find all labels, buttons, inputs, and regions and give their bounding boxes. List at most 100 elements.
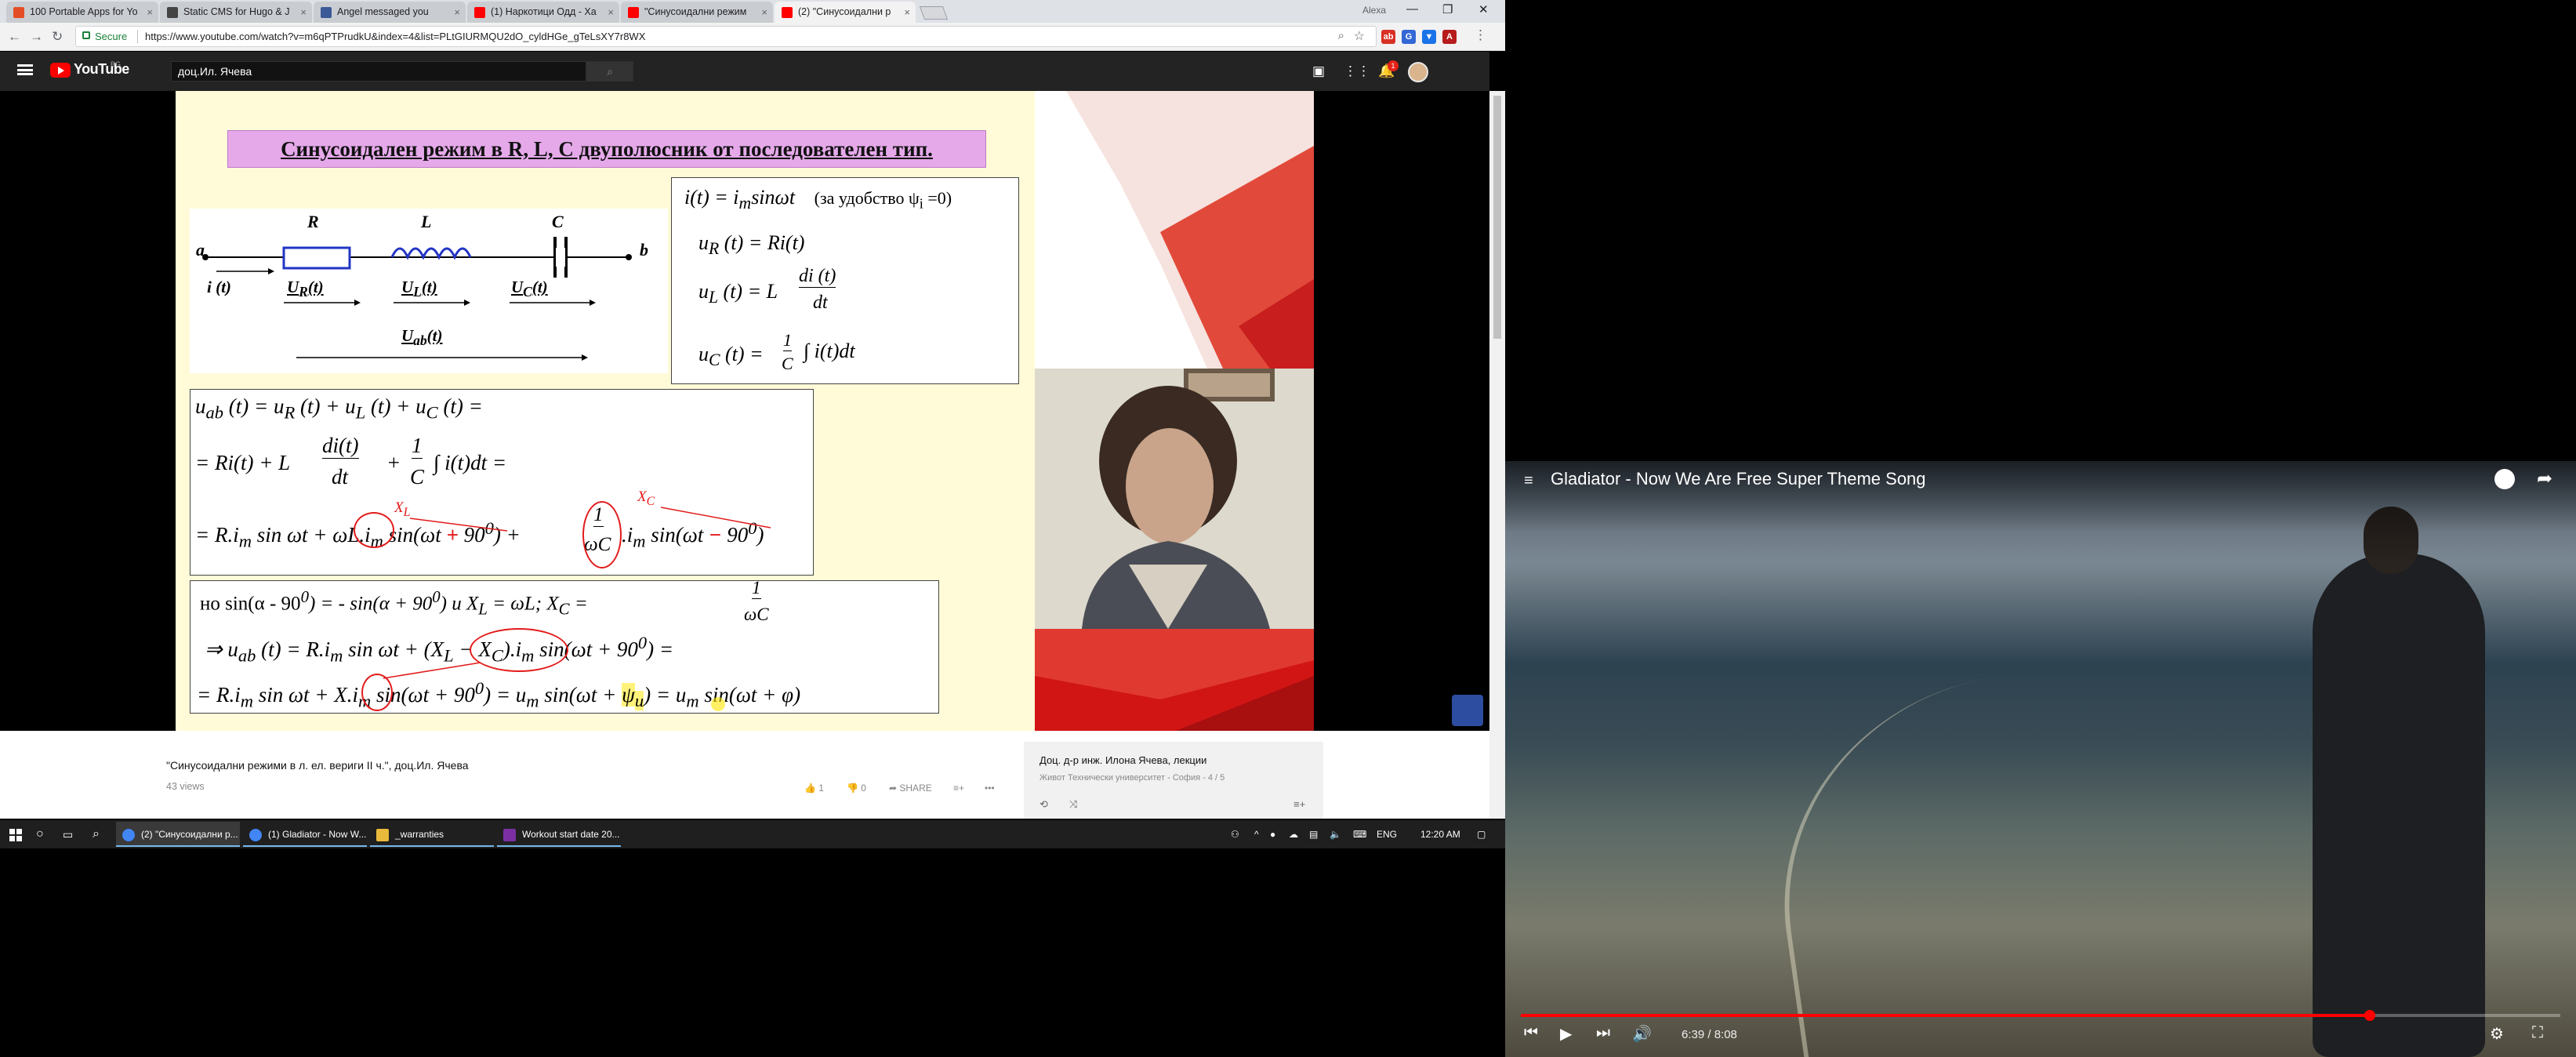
tab-close-icon[interactable]: × xyxy=(904,2,910,23)
restore-icon[interactable]: ❐ xyxy=(1442,2,1453,16)
watch-later-icon[interactable] xyxy=(2494,469,2515,489)
avatar[interactable] xyxy=(1408,62,1428,82)
page-scrollbar[interactable] xyxy=(1489,91,1505,819)
browser-tab[interactable]: "Синусоидални режим × xyxy=(621,2,773,23)
minimize-icon[interactable]: — xyxy=(1406,2,1418,16)
mini-video-title[interactable]: Gladiator - Now We Are Free Super Theme … xyxy=(1551,469,1926,489)
progress-fill xyxy=(1521,1014,2371,1017)
taskbar-search-icon[interactable]: ⌕ xyxy=(93,820,100,848)
taskbar-item[interactable]: _warranties xyxy=(370,822,494,847)
movie-figure-graphic xyxy=(2313,554,2485,1057)
chrome-menu-icon[interactable]: ⋮ xyxy=(1474,27,1487,43)
onedrive-icon[interactable]: ☁ xyxy=(1289,820,1298,848)
def-line-uc: uC (t) = xyxy=(698,343,764,370)
browser-tab-active[interactable]: (2) "Синусоидални р × xyxy=(775,2,916,23)
tray-app-icon[interactable]: ● xyxy=(1270,820,1275,848)
search-input[interactable] xyxy=(172,62,586,81)
thumbs-up-icon: 👍 xyxy=(804,783,819,794)
browser-tab-strip: 100 Portable Apps for Yo × Static CMS fo… xyxy=(0,0,1505,23)
play-icon[interactable]: ▶ xyxy=(1560,1024,1572,1044)
search-button[interactable]: ⌕ xyxy=(586,61,633,82)
new-tab-button[interactable] xyxy=(919,6,949,20)
share-button[interactable]: ➦ SHARE xyxy=(889,783,932,794)
windows-start-icon[interactable] xyxy=(9,829,22,841)
people-icon[interactable]: ⚇ xyxy=(1231,820,1239,848)
def-current-sub: m xyxy=(738,194,752,213)
extension-icon[interactable]: ▼ xyxy=(1422,30,1436,44)
cursor-highlight xyxy=(711,697,725,711)
def-ur-sub: R xyxy=(709,239,720,259)
tab-close-icon[interactable]: × xyxy=(300,2,307,23)
mini-video-player[interactable]: ≡ Gladiator - Now We Are Free Super Them… xyxy=(1505,461,2576,1057)
current-arrowhead xyxy=(268,268,274,274)
network-icon[interactable]: ▤ xyxy=(1309,820,1318,848)
close-window-icon[interactable]: ✕ xyxy=(1478,2,1489,16)
slide-title: Синусоидален режим в R, L, C двуполюсник… xyxy=(227,130,986,168)
resistor-label: R xyxy=(307,212,319,231)
tab-close-icon[interactable]: × xyxy=(147,2,153,23)
volume-icon[interactable]: 🔈 xyxy=(1330,820,1341,848)
input-language-icon[interactable]: ⌨ xyxy=(1353,820,1366,848)
shuffle-playlist-icon[interactable]: ⤨ xyxy=(1069,798,1077,811)
tab-close-icon[interactable]: × xyxy=(761,2,767,23)
youtube-logo-text[interactable]: YouTube xyxy=(74,61,129,78)
progress-bar[interactable] xyxy=(1521,1010,2560,1021)
menu-icon[interactable] xyxy=(17,64,33,75)
def-current-b: sinωt xyxy=(751,186,796,209)
adblock-extension-icon[interactable]: ab xyxy=(1381,30,1395,44)
back-icon[interactable]: ← xyxy=(8,29,21,45)
upload-video-icon[interactable]: ▣ xyxy=(1312,64,1325,79)
fullscreen-exit-icon[interactable]: ⛶ xyxy=(2532,1024,2543,1042)
save-playlist-icon[interactable]: ≡+ xyxy=(1293,798,1305,810)
ul-subscript: L xyxy=(413,284,422,300)
youtube-logo-icon[interactable] xyxy=(50,63,71,78)
windows-taskbar: ○ ▭ ⌕ (2) "Синусоидални р... (1) Gladiat… xyxy=(0,820,1505,848)
capacitor-gap xyxy=(556,248,565,267)
browser-tab[interactable]: Angel messaged you × xyxy=(314,2,466,23)
add-to-playlist-icon[interactable]: ≡+ xyxy=(953,783,964,794)
language-indicator[interactable]: ENG xyxy=(1377,820,1397,848)
translate-extension-icon[interactable]: G xyxy=(1402,30,1416,44)
video-player[interactable]: Синусоидален режим в R, L, C двуполюсник… xyxy=(0,91,1489,731)
task-view-icon[interactable]: ▭ xyxy=(63,820,73,848)
reload-icon[interactable]: ↻ xyxy=(52,29,63,45)
apps-grid-icon[interactable]: ⋮⋮ xyxy=(1344,64,1370,79)
node-a-label: a xyxy=(196,240,205,260)
tab-close-icon[interactable]: × xyxy=(454,2,460,23)
pdf-extension-icon[interactable]: A xyxy=(1442,30,1457,44)
zoom-icon[interactable]: ⌕ xyxy=(1338,29,1344,42)
channel-watermark-icon[interactable] xyxy=(1452,695,1483,726)
previous-icon[interactable]: ⏮ xyxy=(1524,1024,1538,1042)
taskbar-item[interactable]: Workout start date 20... xyxy=(497,822,621,847)
browser-tab[interactable]: 100 Portable Apps for Yo × xyxy=(6,2,158,23)
next-icon[interactable]: ⏭ xyxy=(1596,1024,1610,1042)
tray-overflow-icon[interactable]: ^ xyxy=(1254,820,1259,848)
more-actions-icon[interactable]: ••• xyxy=(985,783,995,794)
share-icon[interactable]: ➦ xyxy=(2537,467,2552,490)
bookmark-star-icon[interactable]: ☆ xyxy=(1354,28,1365,44)
settings-gear-icon[interactable]: ⚙ xyxy=(2490,1024,2504,1044)
address-bar[interactable]: Secure https://www.youtube.com/watch?v=m… xyxy=(75,26,1377,47)
cortana-icon[interactable]: ○ xyxy=(36,820,44,848)
tab-favicon-icon xyxy=(782,7,793,18)
annotation-lines-2 xyxy=(383,662,481,679)
uc-arrowhead xyxy=(590,300,596,306)
scrollbar-thumb[interactable] xyxy=(1493,96,1501,339)
lock-icon xyxy=(82,31,90,39)
tab-close-icon[interactable]: × xyxy=(608,2,614,23)
playlist-panel[interactable]: Доц. д-р инж. Илона Ячева, лекции Живот … xyxy=(1024,742,1323,819)
forward-icon[interactable]: → xyxy=(30,29,43,45)
playlist-icon[interactable]: ≡ xyxy=(1524,472,1533,490)
dislike-button[interactable]: 👎 0 xyxy=(847,783,866,794)
search-box[interactable] xyxy=(171,61,586,82)
clock[interactable]: 12:20 AM xyxy=(1420,820,1460,848)
taskbar-item[interactable]: (2) "Синусоидални р... xyxy=(116,822,240,847)
action-center-icon[interactable]: ▢ xyxy=(1477,820,1486,848)
like-button[interactable]: 👍 1 xyxy=(804,783,824,794)
browser-tab[interactable]: (1) Наркотици Одд - Ха × xyxy=(467,2,619,23)
taskbar-item[interactable]: (1) Gladiator - Now W... xyxy=(243,822,367,847)
loop-playlist-icon[interactable]: ⟲ xyxy=(1039,798,1048,811)
playlist-title[interactable]: Доц. д-р инж. Илона Ячева, лекции xyxy=(1039,754,1206,766)
volume-icon[interactable]: 🔊 xyxy=(1632,1024,1652,1044)
browser-tab[interactable]: Static CMS for Hugo & J × xyxy=(160,2,312,23)
